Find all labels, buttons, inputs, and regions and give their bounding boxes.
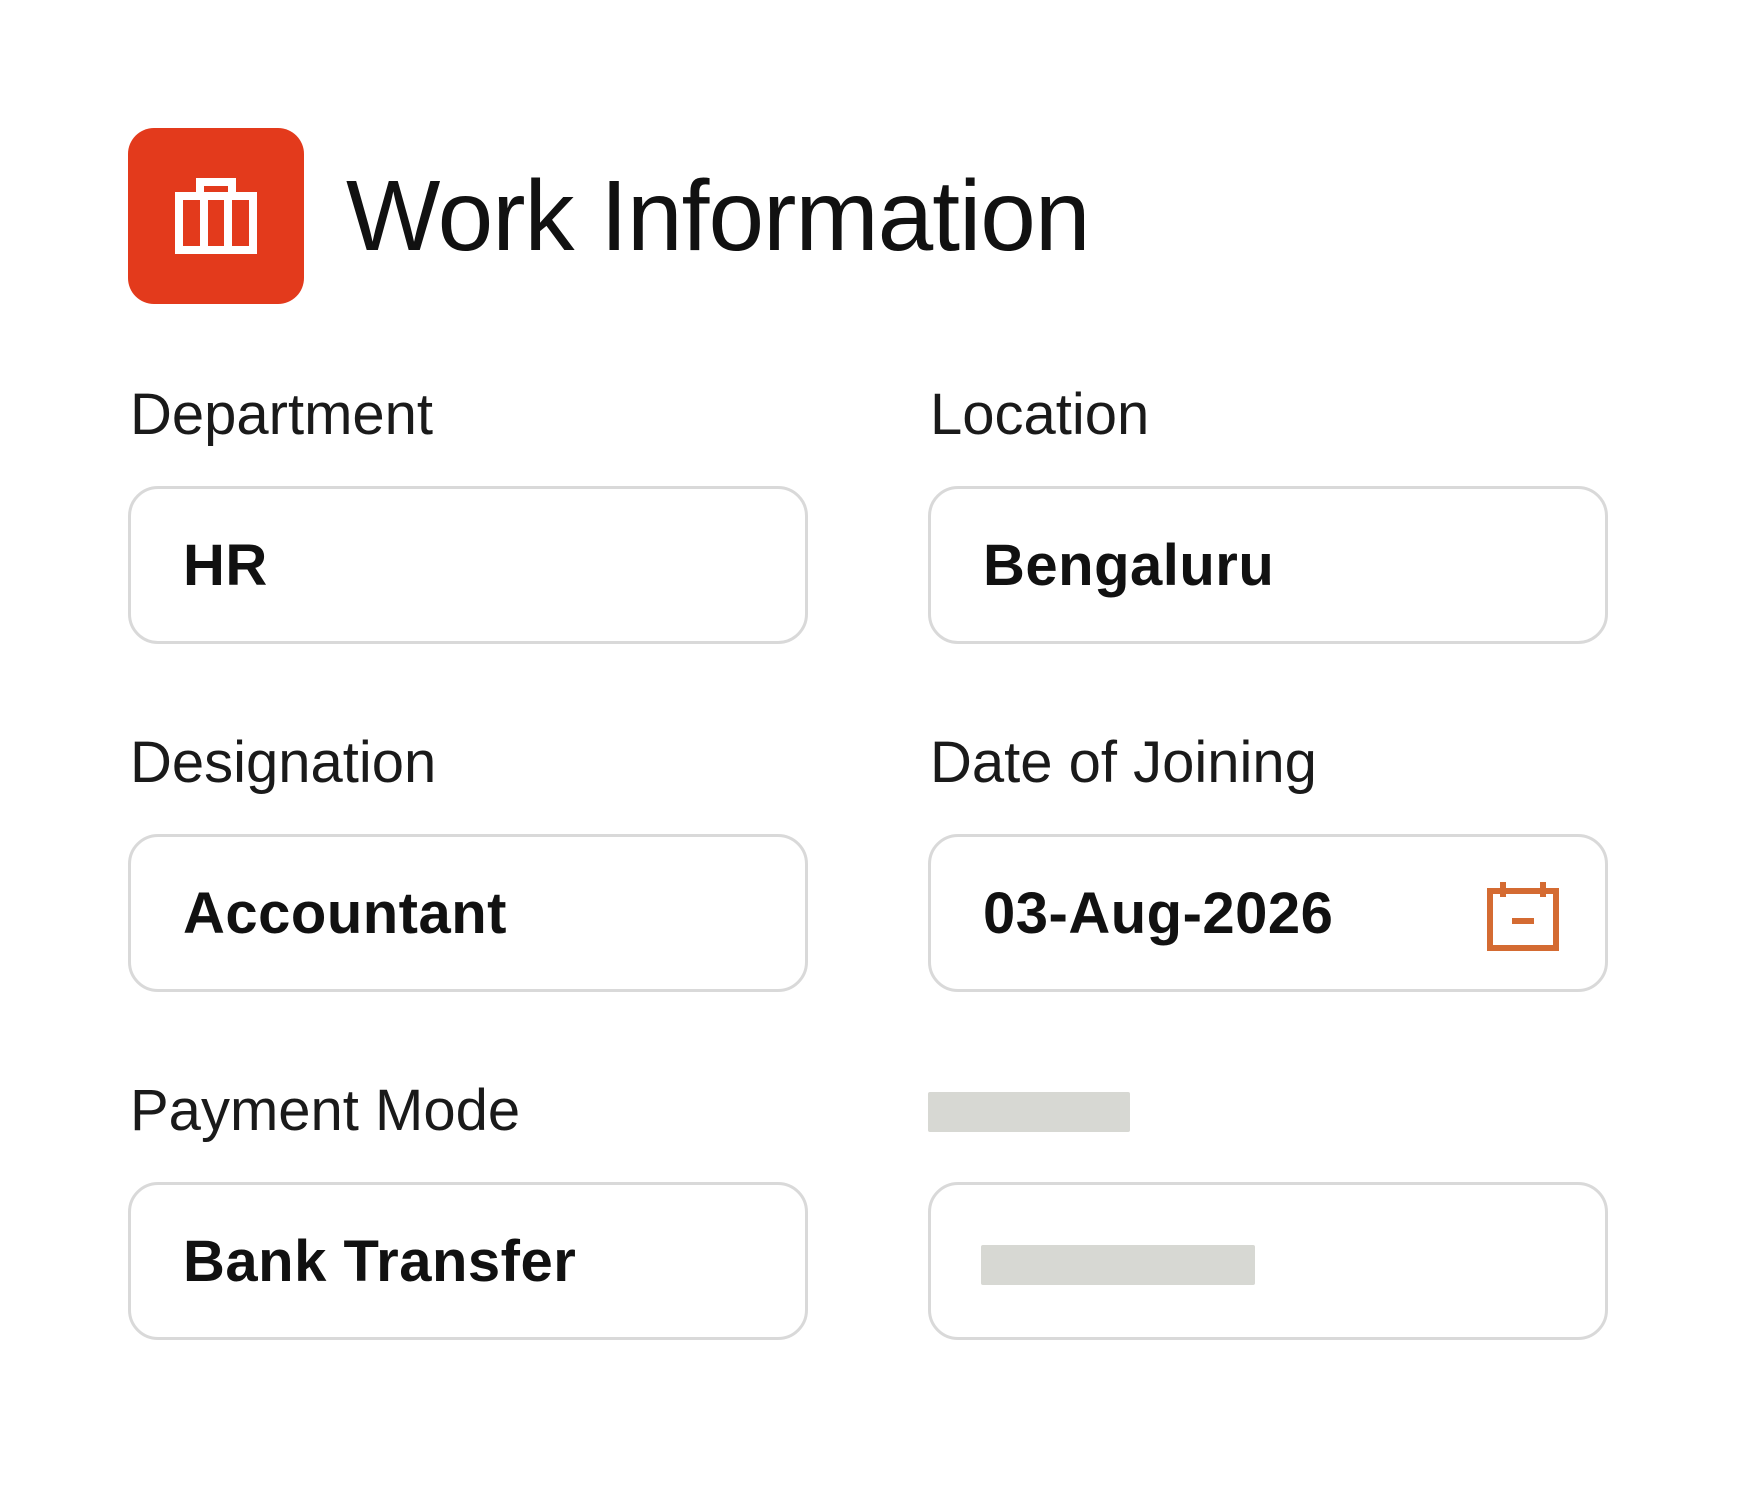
designation-label: Designation [130, 730, 437, 795]
designation-value: Accountant [183, 880, 507, 946]
department-value: HR [183, 532, 268, 598]
date-of-joining-value: 03-Aug-2026 [983, 880, 1334, 946]
department-label: Department [130, 382, 434, 447]
location-value: Bengaluru [983, 532, 1275, 598]
calendar-icon[interactable] [1487, 881, 1559, 951]
date-of-joining-field[interactable]: 03-Aug-2026 [928, 834, 1608, 992]
location-field[interactable]: Bengaluru [928, 486, 1608, 644]
designation-field[interactable]: Accountant [128, 834, 808, 992]
placeholder-value [981, 1245, 1255, 1285]
page-title: Work Information [346, 160, 1091, 272]
payment-mode-field[interactable]: Bank Transfer [128, 1182, 808, 1340]
department-field[interactable]: HR [128, 486, 808, 644]
placeholder-label [928, 1092, 1130, 1132]
location-label: Location [930, 382, 1150, 447]
payment-mode-label: Payment Mode [130, 1078, 521, 1143]
date-of-joining-label: Date of Joining [930, 730, 1317, 795]
section-header: Work Information [128, 128, 1091, 304]
payment-mode-value: Bank Transfer [183, 1228, 577, 1294]
placeholder-field[interactable] [928, 1182, 1608, 1340]
briefcase-icon [128, 128, 304, 304]
